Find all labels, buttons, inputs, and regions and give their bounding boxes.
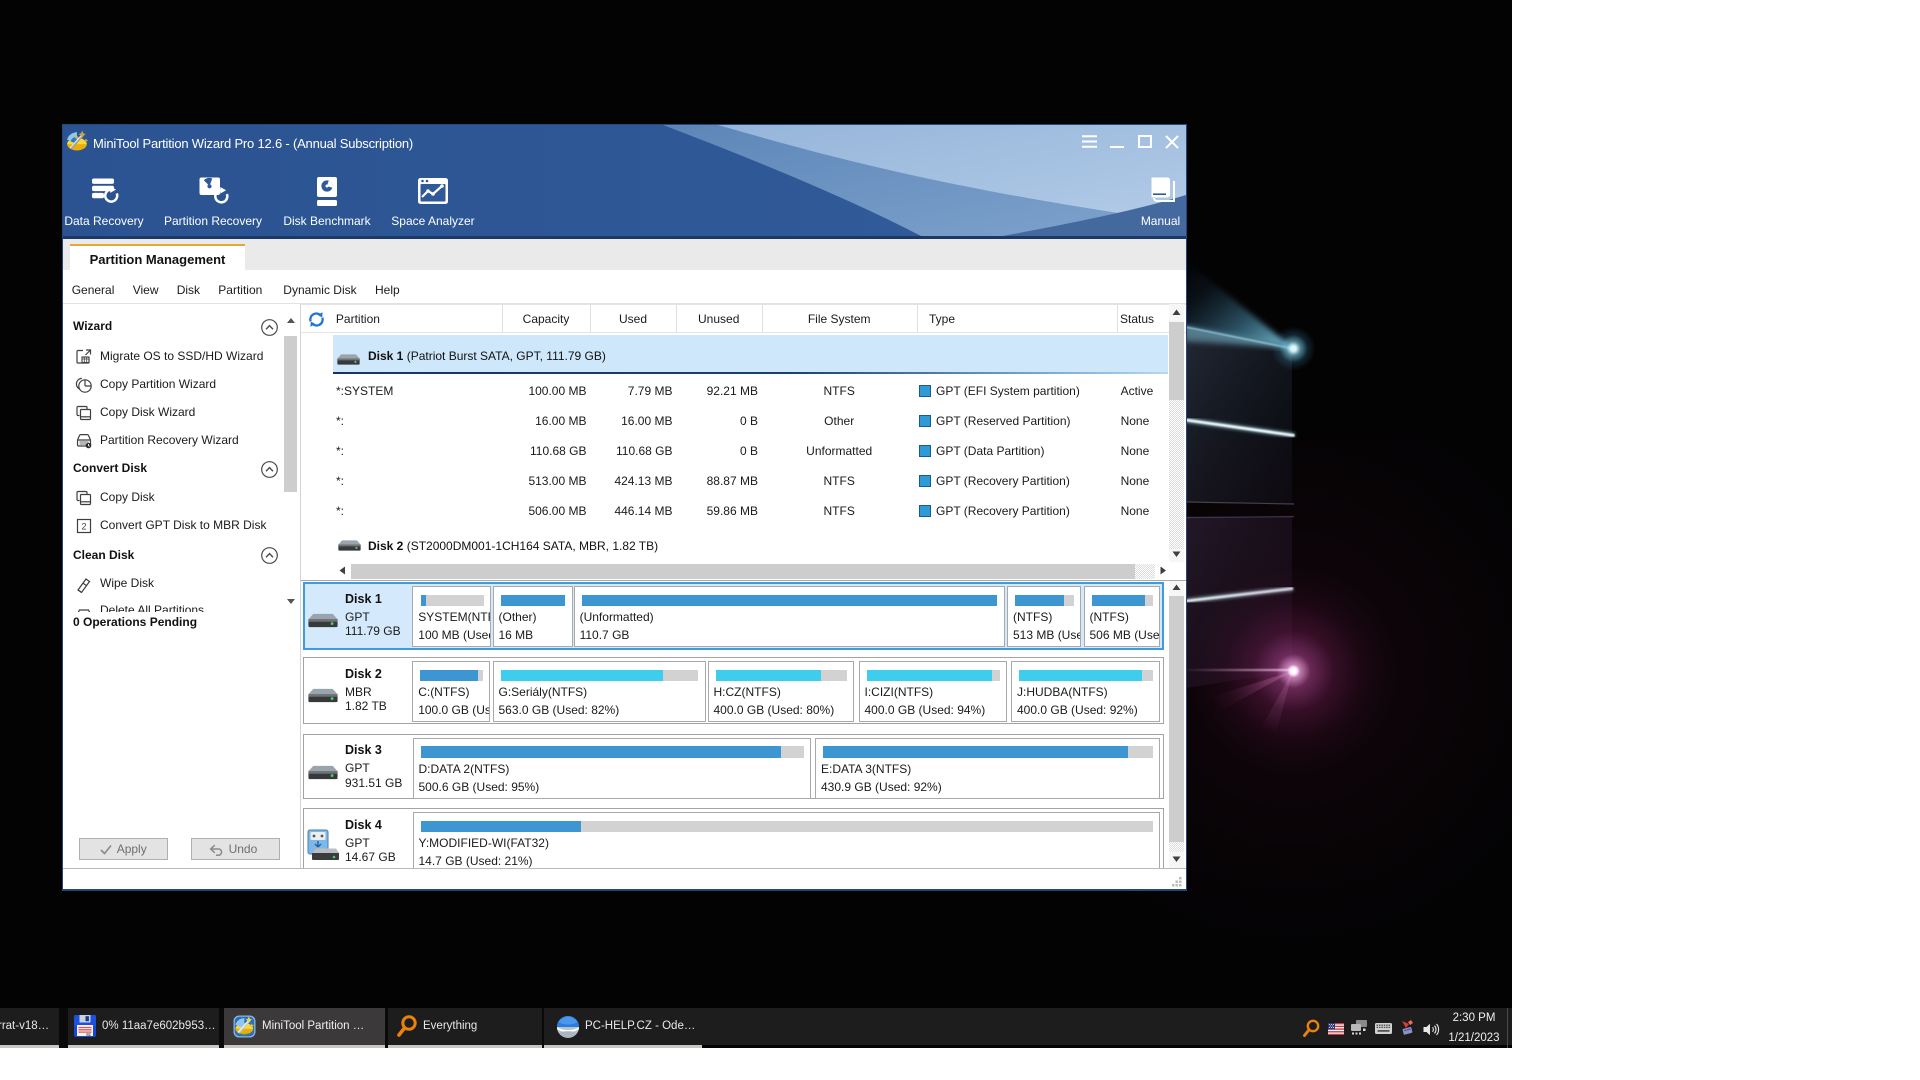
svg-text:2: 2 xyxy=(81,522,86,532)
svg-text:S1: S1 xyxy=(86,1033,90,1037)
